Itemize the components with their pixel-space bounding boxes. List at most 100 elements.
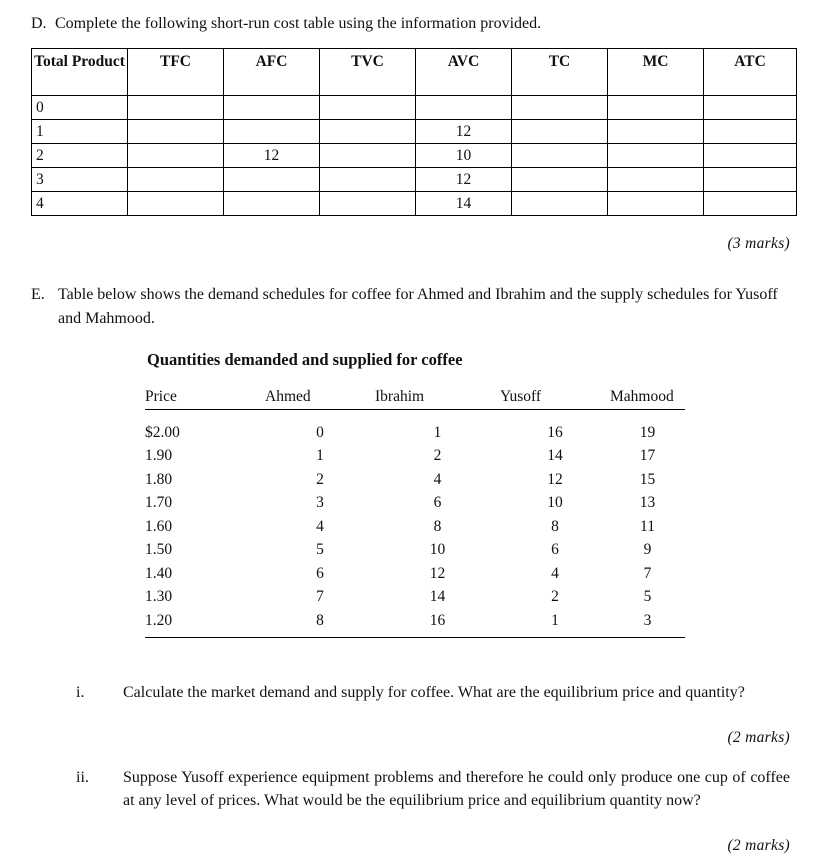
coffee-cell-yusoff: 10 — [547, 494, 563, 512]
cost-cell-total-product: 4 — [31, 191, 128, 216]
question-i-marker: i. — [76, 684, 85, 701]
coffee-cell-ibrahim: 1 — [433, 423, 442, 441]
table-row: 1.30 7 14 2 5 — [145, 586, 685, 610]
table-row: 1.90 1 2 14 17 — [145, 445, 685, 469]
cost-cell-tc[interactable] — [511, 167, 608, 192]
cost-cell-mc[interactable] — [607, 167, 704, 192]
cost-cell-tc[interactable] — [511, 119, 608, 144]
coffee-cell-yusoff: 4 — [551, 564, 559, 582]
cost-cell-atc[interactable] — [703, 143, 797, 168]
cost-cell-mc[interactable] — [607, 95, 704, 120]
cost-cell-total-product: 0 — [31, 95, 128, 120]
coffee-cell-mahmood: 19 — [639, 423, 656, 441]
cost-cell-tvc[interactable] — [319, 119, 416, 144]
cost-cell-mc[interactable] — [607, 143, 704, 168]
question-item-i: i. Calculate the market demand and suppl… — [76, 681, 790, 704]
cost-cell-mc[interactable] — [607, 191, 704, 216]
cost-cell-tfc[interactable] — [127, 191, 224, 216]
coffee-cell-price: 1.90 — [145, 447, 173, 465]
cost-cell-atc[interactable] — [703, 119, 797, 144]
coffee-cell-ahmed: 3 — [316, 494, 324, 512]
coffee-cell-price: 1.50 — [145, 541, 173, 559]
cost-header-atc: ATC — [703, 48, 797, 96]
question-i-text: Calculate the market demand and supply f… — [123, 684, 745, 701]
cost-cell-total-product: 1 — [31, 119, 128, 144]
cost-cell-afc[interactable] — [223, 119, 320, 144]
cost-cell-tfc[interactable] — [127, 143, 224, 168]
coffee-cell-ibrahim: 12 — [429, 564, 446, 582]
cost-cell-avc[interactable] — [415, 95, 512, 120]
coffee-cell-yusoff: 2 — [551, 588, 559, 606]
table-row: 1.60 4 8 8 11 — [145, 515, 685, 539]
cost-cell-afc[interactable]: 12 — [223, 143, 320, 168]
cost-cell-tc[interactable] — [511, 191, 608, 216]
question-ii-marks: (2 marks) — [727, 837, 790, 854]
coffee-cell-mahmood: 7 — [643, 564, 652, 582]
cost-header-avc: AVC — [415, 48, 512, 96]
coffee-cell-price: 1.80 — [145, 470, 173, 488]
table-row: 1.20 8 16 1 3 — [145, 609, 685, 638]
coffee-cell-ahmed: 6 — [316, 564, 324, 582]
coffee-table-header-row: Price Ahmed Ibrahim Yusoff Mahmood — [145, 385, 685, 410]
coffee-cell-ibrahim: 8 — [433, 517, 442, 535]
cost-cell-atc[interactable] — [703, 167, 797, 192]
coffee-cell-price: 1.40 — [145, 564, 173, 582]
coffee-cell-ibrahim: 16 — [375, 609, 500, 638]
cost-cell-tvc[interactable] — [319, 143, 416, 168]
cost-cell-avc[interactable]: 14 — [415, 191, 512, 216]
section-d-marks: (3 marks) — [727, 235, 790, 252]
question-i-marks: (2 marks) — [727, 729, 790, 746]
table-row: 1.50 5 10 6 9 — [145, 539, 685, 563]
coffee-cell-ibrahim: 10 — [429, 541, 446, 559]
coffee-table-title: Quantities demanded and supplied for cof… — [147, 350, 463, 369]
cost-cell-tvc[interactable] — [319, 167, 416, 192]
table-row: 0 — [31, 95, 797, 120]
cost-cell-afc[interactable] — [223, 167, 320, 192]
coffee-cell-ibrahim: 6 — [433, 494, 442, 512]
cost-header-tc: TC — [511, 48, 608, 96]
coffee-cell-ibrahim: 14 — [429, 588, 446, 606]
question-ii-marker: ii. — [76, 769, 89, 786]
coffee-schedule-table: Price Ahmed Ibrahim Yusoff Mahmood $2.00… — [145, 385, 685, 638]
table-row: 3 12 — [31, 167, 797, 192]
coffee-cell-yusoff: 8 — [551, 517, 559, 535]
cost-cell-mc[interactable] — [607, 119, 704, 144]
coffee-cell-price: 1.70 — [145, 494, 173, 512]
coffee-cell-mahmood: 11 — [640, 517, 655, 535]
coffee-cell-ahmed: 0 — [316, 423, 324, 441]
cost-cell-atc[interactable] — [703, 95, 797, 120]
coffee-cell-price: $2.00 — [145, 423, 180, 441]
coffee-header-yusoff: Yusoff — [500, 385, 610, 410]
cost-cell-avc[interactable]: 10 — [415, 143, 512, 168]
coffee-cell-mahmood: 3 — [610, 609, 685, 638]
cost-cell-afc[interactable] — [223, 191, 320, 216]
table-row: 1 12 — [31, 119, 797, 144]
coffee-cell-price: 1.30 — [145, 588, 173, 606]
cost-header-tfc: TFC — [127, 48, 224, 96]
coffee-cell-yusoff: 1 — [500, 609, 610, 638]
short-run-cost-table: Total Product TFC AFC TVC AVC TC MC ATC … — [31, 48, 797, 216]
cost-table-header-row: Total Product TFC AFC TVC AVC TC MC ATC — [31, 48, 797, 96]
cost-cell-tfc[interactable] — [127, 95, 224, 120]
coffee-cell-ahmed: 7 — [316, 588, 324, 606]
coffee-cell-yusoff: 6 — [551, 541, 559, 559]
cost-cell-tvc[interactable] — [319, 95, 416, 120]
section-d-marker: D. — [31, 15, 47, 32]
coffee-header-price: Price — [145, 385, 265, 410]
cost-cell-avc[interactable]: 12 — [415, 119, 512, 144]
coffee-cell-price: 1.20 — [145, 609, 265, 638]
cost-cell-tfc[interactable] — [127, 119, 224, 144]
cost-cell-total-product: 2 — [31, 143, 128, 168]
cost-cell-avc[interactable]: 12 — [415, 167, 512, 192]
coffee-cell-ibrahim: 2 — [433, 447, 442, 465]
cost-cell-afc[interactable] — [223, 95, 320, 120]
cost-cell-tfc[interactable] — [127, 167, 224, 192]
coffee-cell-price: 1.60 — [145, 517, 173, 535]
cost-cell-tc[interactable] — [511, 95, 608, 120]
cost-cell-tvc[interactable] — [319, 191, 416, 216]
coffee-cell-ahmed: 2 — [316, 470, 324, 488]
cost-cell-tc[interactable] — [511, 143, 608, 168]
table-row: 2 12 10 — [31, 143, 797, 168]
table-row: 1.80 2 4 12 15 — [145, 468, 685, 492]
cost-cell-atc[interactable] — [703, 191, 797, 216]
